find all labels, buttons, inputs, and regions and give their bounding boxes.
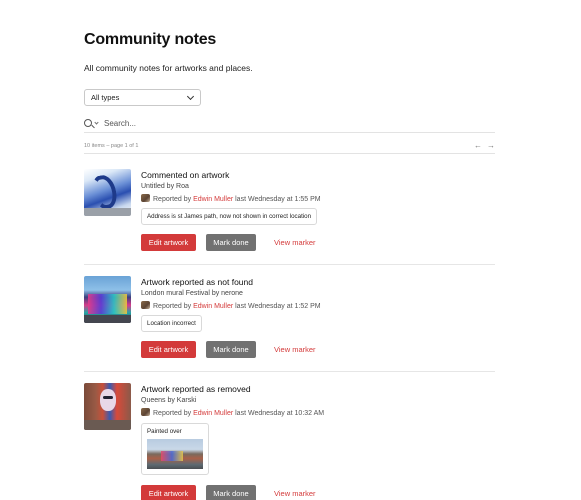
note-item: Commented on artwork Untitled by Roa Rep… — [84, 169, 495, 255]
edit-artwork-button[interactable]: Edit artwork — [141, 234, 196, 251]
edit-artwork-button[interactable]: Edit artwork — [141, 485, 196, 500]
thumbnail-art — [91, 173, 119, 211]
reported-prefix: Reported by — [153, 196, 192, 203]
artwork-thumbnail[interactable] — [84, 383, 131, 430]
divider — [84, 264, 495, 265]
reported-time: last Wednesday at 1:52 PM — [235, 303, 321, 310]
note-artwork: Queens by Karski — [141, 397, 197, 404]
edit-artwork-button[interactable]: Edit artwork — [141, 341, 196, 358]
reported-prefix: Reported by — [153, 410, 192, 417]
note-reported-line: Reported by Edwin Muller last Wednesday … — [141, 301, 321, 311]
note-item: Artwork reported as removed Queens by Ka… — [84, 383, 495, 500]
pagination-bar: 10 items – page 1 of 1 ← → — [84, 139, 495, 154]
thumbnail-art — [100, 389, 116, 411]
view-marker-link[interactable]: View marker — [268, 234, 318, 251]
avatar — [141, 194, 150, 202]
note-item: Artwork reported as not found London mur… — [84, 276, 495, 362]
note-artwork: London mural Festival by nerone — [141, 290, 243, 297]
thumbnail-ground — [84, 208, 131, 216]
reported-time: last Wednesday at 1:55 PM — [235, 196, 321, 203]
note-reported-line: Reported by Edwin Muller last Wednesday … — [141, 194, 321, 204]
chevron-down-icon — [186, 92, 195, 101]
search-bar — [84, 116, 495, 133]
page-title: Community notes — [84, 31, 217, 48]
mark-done-button[interactable]: Mark done — [206, 341, 256, 358]
note-photo[interactable] — [147, 439, 203, 469]
avatar — [141, 301, 150, 309]
view-marker-link[interactable]: View marker — [268, 341, 318, 358]
pagination-summary: 10 items – page 1 of 1 — [84, 143, 139, 149]
note-title: Artwork reported as removed — [141, 384, 251, 394]
thumbnail-art — [88, 294, 127, 314]
artwork-thumbnail[interactable] — [84, 169, 131, 216]
type-filter-select[interactable]: All types — [84, 89, 201, 106]
note-artwork: Untitled by Roa — [141, 183, 189, 190]
search-icon[interactable] — [84, 119, 92, 127]
search-input[interactable] — [104, 116, 484, 131]
reported-prefix: Reported by — [153, 303, 192, 310]
note-title: Artwork reported as not found — [141, 277, 253, 287]
reporter-link[interactable]: Edwin Muller — [193, 303, 233, 310]
avatar — [141, 408, 150, 416]
artwork-thumbnail[interactable] — [84, 276, 131, 323]
divider — [84, 371, 495, 372]
page-subtitle: All community notes for artworks and pla… — [84, 63, 253, 73]
note-photo-card[interactable]: Painted over — [141, 423, 209, 475]
thumbnail-ground — [84, 420, 131, 430]
arrow-left-icon[interactable]: ← — [474, 142, 482, 150]
view-marker-link[interactable]: View marker — [268, 485, 318, 500]
thumbnail-ground — [84, 315, 131, 323]
reporter-link[interactable]: Edwin Muller — [193, 196, 233, 203]
note-comment: Address is st James path, now not shown … — [141, 208, 318, 225]
arrow-right-icon[interactable]: → — [487, 142, 495, 150]
reporter-link[interactable]: Edwin Muller — [193, 410, 233, 417]
mark-done-button[interactable]: Mark done — [206, 234, 256, 251]
note-comment: Location incorrect — [141, 315, 202, 332]
note-title: Commented on artwork — [141, 170, 230, 180]
chevron-down-icon[interactable] — [94, 120, 99, 125]
reported-time: last Wednesday at 10:32 AM — [235, 410, 325, 417]
note-comment: Painted over — [147, 428, 182, 435]
mark-done-button[interactable]: Mark done — [206, 485, 256, 500]
type-filter-value: All types — [91, 93, 120, 102]
note-reported-line: Reported by Edwin Muller last Wednesday … — [141, 408, 324, 418]
